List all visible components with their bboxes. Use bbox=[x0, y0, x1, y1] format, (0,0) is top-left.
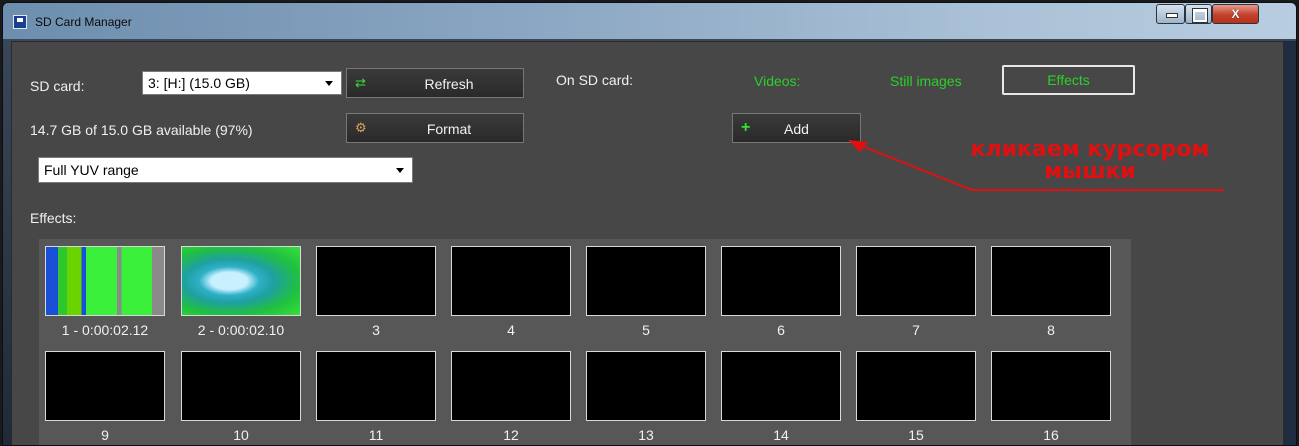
effect-slot-label: 15 bbox=[908, 427, 924, 443]
close-button[interactable]: X bbox=[1212, 4, 1259, 24]
effect-slot-14[interactable] bbox=[721, 351, 841, 421]
effect-slot-label: 6 bbox=[777, 322, 785, 338]
sd-card-manager-window: SD Card Manager X SD card: 3: [H:] (15.0… bbox=[2, 2, 1297, 446]
format-icon: ⚙ bbox=[355, 120, 367, 135]
effect-slot-label: 14 bbox=[773, 427, 789, 443]
effect-slot-12[interactable] bbox=[451, 351, 571, 421]
effect-slot-label: 10 bbox=[233, 427, 249, 443]
effect-slot-label: 7 bbox=[912, 322, 920, 338]
minimize-icon bbox=[1166, 13, 1178, 18]
tab-still-images[interactable]: Still images bbox=[890, 73, 962, 89]
effect-slot-9[interactable] bbox=[45, 351, 165, 421]
window-title: SD Card Manager bbox=[35, 15, 132, 29]
effect-slot-3[interactable] bbox=[316, 246, 436, 316]
sd-card-select[interactable]: 3: [H:] (15.0 GB) bbox=[142, 71, 342, 95]
effect-slot-label: 3 bbox=[372, 322, 380, 338]
sd-card-label: SD card: bbox=[30, 78, 85, 94]
refresh-button-label: Refresh bbox=[424, 76, 474, 92]
effect-slot-label: 2 - 0:00:02.10 bbox=[197, 322, 285, 338]
effect-slot-label: 4 bbox=[507, 322, 515, 338]
yuv-range-select[interactable]: Full YUV range bbox=[38, 157, 413, 183]
close-icon: X bbox=[1231, 7, 1240, 21]
add-button-label: Add bbox=[784, 121, 809, 137]
tab-videos[interactable]: Videos: bbox=[754, 73, 800, 89]
effect-slot-15[interactable] bbox=[856, 351, 976, 421]
effect-slot-label: 16 bbox=[1043, 427, 1059, 443]
effect-slot-7[interactable] bbox=[856, 246, 976, 316]
effects-section-label: Effects: bbox=[30, 210, 77, 226]
format-button[interactable]: ⚙ Format bbox=[346, 113, 524, 143]
effect-slot-1[interactable] bbox=[45, 246, 165, 316]
annotation-text: кликаем курсором мышки bbox=[950, 139, 1230, 183]
effect-slot-label: 12 bbox=[503, 427, 519, 443]
on-sd-card-label: On SD card: bbox=[556, 72, 634, 88]
effect-slot-label: 1 - 0:00:02.12 bbox=[61, 322, 149, 338]
effect-slot-label: 9 bbox=[101, 427, 109, 443]
effect-slot-label: 5 bbox=[642, 322, 650, 338]
minimize-button[interactable] bbox=[1156, 4, 1185, 24]
add-button[interactable]: + Add bbox=[732, 113, 861, 143]
effect-slot-4[interactable] bbox=[451, 246, 571, 316]
plus-icon: + bbox=[741, 119, 751, 136]
tab-effects[interactable]: Effects bbox=[1002, 65, 1135, 95]
refresh-button[interactable]: ⇄ Refresh bbox=[346, 68, 524, 98]
maximize-icon bbox=[1193, 9, 1207, 22]
effect-slot-label: 11 bbox=[368, 427, 384, 443]
sd-card-select-value: 3: [H:] (15.0 GB) bbox=[148, 75, 250, 91]
title-bar[interactable]: SD Card Manager X bbox=[3, 3, 1296, 39]
annotation-line-1: кликаем курсором bbox=[970, 137, 1210, 162]
chevron-down-icon bbox=[325, 81, 333, 86]
effect-slot-label: 13 bbox=[638, 427, 654, 443]
format-button-label: Format bbox=[426, 121, 472, 137]
chevron-down-icon bbox=[396, 168, 404, 173]
effects-grid: 1 - 0:00:02.12 2 - 0:00:02.10 3 4 5 6 7 8 9 10 11 1… bbox=[39, 239, 1131, 445]
effect-slot-8[interactable] bbox=[991, 246, 1111, 316]
effect-slot-6[interactable] bbox=[721, 246, 841, 316]
sd-card-icon bbox=[13, 15, 27, 29]
effect-slot-10[interactable] bbox=[181, 351, 301, 421]
window-right-edge bbox=[1284, 41, 1296, 445]
refresh-arrows-icon: ⇄ bbox=[355, 75, 366, 90]
annotation-line-2: мышки bbox=[1044, 159, 1136, 184]
client-area: SD card: 3: [H:] (15.0 GB) ⇄ Refresh On … bbox=[11, 41, 1284, 445]
yuv-range-select-value: Full YUV range bbox=[44, 162, 139, 178]
effect-slot-label: 8 bbox=[1047, 322, 1055, 338]
maximize-button[interactable] bbox=[1185, 4, 1212, 24]
effect-slot-13[interactable] bbox=[586, 351, 706, 421]
effect-slot-5[interactable] bbox=[586, 246, 706, 316]
effect-slot-2[interactable] bbox=[181, 246, 301, 316]
effect-slot-16[interactable] bbox=[991, 351, 1111, 421]
effect-slot-11[interactable] bbox=[316, 351, 436, 421]
availability-text: 14.7 GB of 15.0 GB available (97%) bbox=[30, 122, 253, 138]
